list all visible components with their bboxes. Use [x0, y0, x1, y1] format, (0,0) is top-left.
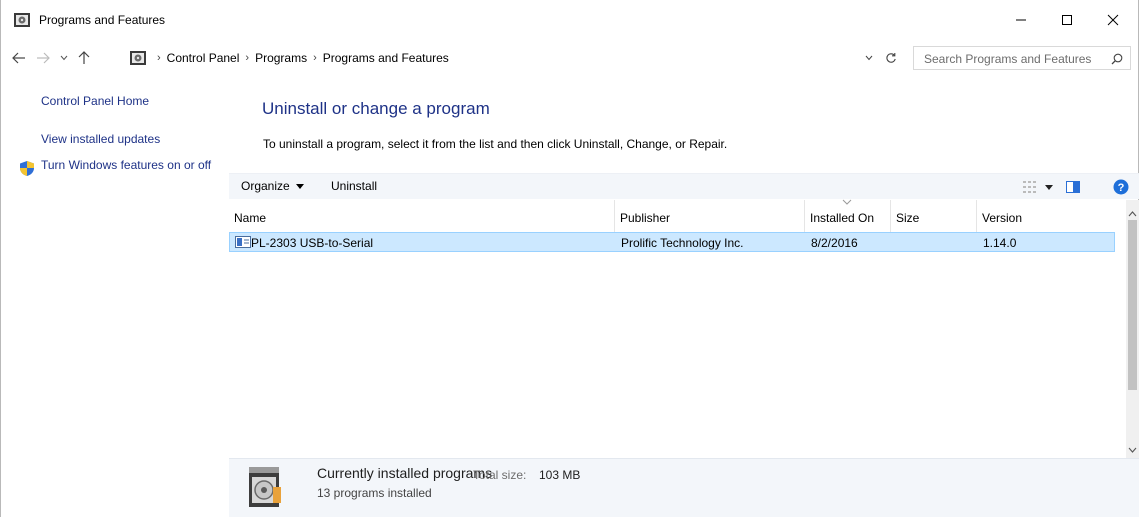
task-pane: Control Panel Home View installed update… — [1, 76, 229, 517]
column-header-version[interactable]: Version — [977, 200, 1127, 232]
table-row[interactable]: PL-2303 USB-to-Serial Prolific Technolog… — [229, 232, 1115, 252]
back-button[interactable] — [7, 46, 31, 70]
column-header-publisher[interactable]: Publisher — [615, 200, 805, 232]
chevron-up-icon — [1128, 211, 1137, 217]
view-installed-updates-link[interactable]: View installed updates — [41, 132, 160, 146]
preview-pane-button[interactable] — [1062, 177, 1084, 197]
breadcrumb-programs[interactable]: Programs — [255, 51, 307, 65]
chevron-down-icon — [865, 55, 873, 61]
minimize-button[interactable] — [998, 0, 1044, 40]
help-icon: ? — [1113, 179, 1129, 195]
program-version: 1.14.0 — [983, 236, 1017, 250]
breadcrumb-control-panel[interactable]: Control Panel — [167, 51, 240, 65]
arrow-up-icon — [78, 51, 90, 64]
sort-descending-icon — [842, 199, 852, 205]
breadcrumb: › Control Panel › Programs › Programs an… — [157, 51, 449, 65]
svg-text:?: ? — [1118, 182, 1125, 194]
arrow-right-icon — [37, 52, 50, 64]
total-size-label: Total size: — [473, 468, 527, 482]
breadcrumb-separator-icon[interactable]: › — [313, 52, 317, 64]
scroll-down-button[interactable] — [1126, 444, 1139, 456]
chevron-down-icon — [60, 55, 68, 61]
program-name: PL-2303 USB-to-Serial — [251, 236, 374, 250]
installed-programs-icon — [249, 467, 281, 507]
breadcrumb-separator-icon[interactable]: › — [157, 52, 161, 64]
instruction-text: To uninstall a program, select it from t… — [263, 137, 728, 151]
up-button[interactable] — [73, 46, 95, 70]
details-pane: Currently installed programs Total size:… — [229, 458, 1139, 517]
programs-and-features-window: Programs and Features › Control Panel › … — [0, 0, 1139, 517]
column-header-size[interactable]: Size — [891, 200, 977, 232]
arrow-left-icon — [12, 52, 25, 64]
windows-features-link[interactable]: Turn Windows features on or off — [41, 158, 221, 172]
control-panel-icon — [130, 51, 146, 65]
column-header-installed-on-label: Installed On — [810, 211, 875, 225]
organize-label: Organize — [241, 179, 290, 193]
refresh-button[interactable] — [881, 46, 901, 70]
main-content: Uninstall or change a program To uninsta… — [229, 76, 1139, 517]
recent-locations-button[interactable] — [55, 46, 73, 70]
details-title: Currently installed programs — [317, 465, 493, 481]
page-title: Uninstall or change a program — [262, 99, 490, 118]
chevron-down-icon — [1128, 447, 1137, 453]
total-size-value: 103 MB — [539, 468, 581, 482]
shield-icon — [20, 161, 34, 176]
breadcrumb-separator-icon[interactable]: › — [245, 52, 249, 64]
search-input[interactable]: Search Programs and Features — [913, 46, 1131, 70]
address-bar[interactable]: › Control Panel › Programs › Programs an… — [125, 46, 905, 70]
program-publisher: Prolific Technology Inc. — [621, 236, 744, 250]
maximize-button[interactable] — [1044, 0, 1090, 40]
view-options-dropdown[interactable] — [1042, 177, 1056, 197]
column-header-name[interactable]: Name — [229, 200, 615, 232]
change-view-button[interactable] — [1020, 177, 1042, 197]
window-title: Programs and Features — [39, 13, 166, 27]
minimize-icon — [1016, 19, 1026, 21]
help-button[interactable]: ? — [1111, 177, 1131, 197]
search-button[interactable] — [1108, 50, 1126, 68]
control-panel-home-link[interactable]: Control Panel Home — [41, 94, 149, 108]
caret-down-icon — [1045, 184, 1053, 190]
caret-down-icon — [295, 183, 304, 189]
program-installed-on: 8/2/2016 — [811, 236, 858, 250]
search-icon — [1111, 53, 1123, 65]
programs-list[interactable]: Name Publisher Installed On Size Version… — [229, 199, 1127, 458]
vertical-scrollbar[interactable] — [1126, 200, 1139, 458]
scrollbar-thumb[interactable] — [1128, 220, 1137, 390]
title-bar[interactable]: Programs and Features — [1, 0, 1138, 40]
refresh-icon — [886, 53, 896, 63]
close-button[interactable] — [1090, 0, 1136, 40]
maximize-icon — [1062, 15, 1072, 25]
column-header-installed-on[interactable]: Installed On — [805, 199, 891, 232]
search-placeholder: Search Programs and Features — [924, 52, 1092, 66]
scroll-up-button[interactable] — [1126, 208, 1139, 220]
uninstall-button[interactable]: Uninstall — [331, 179, 377, 193]
programs-count: 13 programs installed — [317, 486, 432, 500]
program-icon — [235, 236, 251, 248]
breadcrumb-programs-and-features[interactable]: Programs and Features — [323, 51, 449, 65]
address-dropdown-button[interactable] — [859, 46, 879, 70]
programs-and-features-icon — [14, 13, 30, 27]
organize-menu-button[interactable]: Organize — [241, 179, 304, 193]
forward-button[interactable] — [31, 46, 55, 70]
command-bar: Organize Uninstall ? — [229, 173, 1139, 199]
preview-pane-icon — [1066, 181, 1080, 193]
details-view-icon — [1023, 181, 1036, 193]
close-icon — [1107, 14, 1119, 26]
